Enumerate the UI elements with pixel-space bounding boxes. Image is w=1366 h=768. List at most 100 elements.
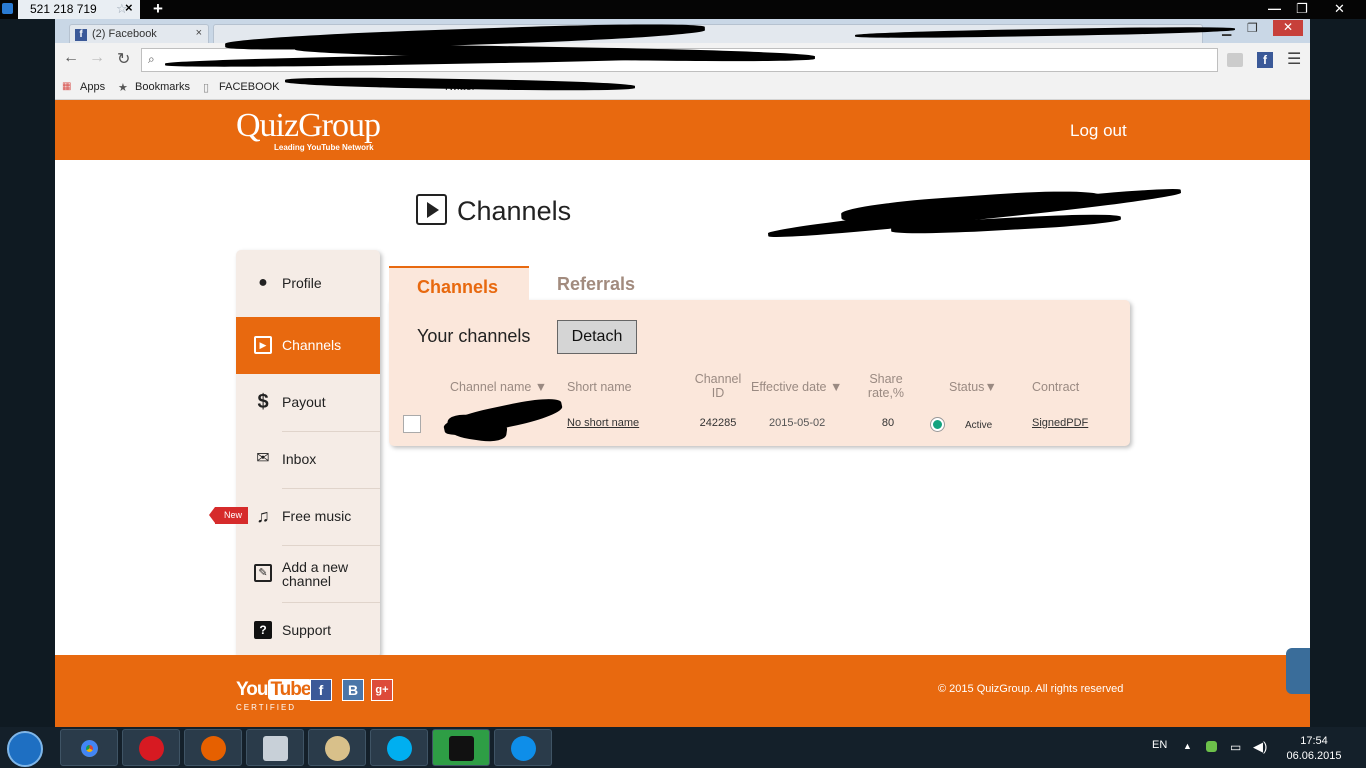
taskbar-video[interactable] [432,729,490,766]
bookmark-apps[interactable]: Apps [80,81,105,93]
volume-icon[interactable]: ◀) [1253,739,1267,755]
taskbar-skype[interactable] [370,729,428,766]
share-rate: 80 [881,417,895,429]
opera-icon [139,736,164,761]
start-button[interactable] [7,731,43,767]
column-header-status[interactable]: Status▼ [949,380,997,394]
column-label: Channel name [450,380,532,394]
logout-link[interactable]: Log out [1070,121,1127,141]
column-header-contract: Contract [1032,380,1080,394]
user-icon: ● [258,274,268,291]
youtube-you: You [236,679,269,700]
bookmark-bookmarks[interactable]: Bookmarks [135,81,190,93]
film-icon [449,736,474,761]
tab-label: (2) Facebook [92,28,157,40]
your-channels-heading: Your channels [417,326,531,346]
tray-expand-icon[interactable]: ▲ [1183,741,1192,751]
edit-icon: ✎ [254,564,272,582]
language-indicator[interactable]: EN [1152,739,1167,751]
column-header-channel-id: Channel ID [689,372,747,400]
short-name-link[interactable]: No short name [567,417,639,429]
sidebar-item-profile[interactable]: ● Profile [236,255,380,312]
facebook-extension-icon[interactable]: f [1257,52,1273,68]
taskbar-opera[interactable] [122,729,180,766]
column-header-effective-date[interactable]: Effective date ▼ [751,380,842,394]
close-window-icon[interactable]: ✕ [1334,1,1345,17]
column-label: Share [869,372,903,386]
tab-referrals[interactable]: Referrals [557,274,635,295]
column-label: ID [711,386,725,400]
clock[interactable]: 17:54 06.06.2015 [1286,734,1342,764]
site-header: QuizGroup Leading YouTube Network Log ou… [55,100,1310,160]
taskbar-firefox[interactable] [184,729,242,766]
menu-icon[interactable]: ☰ [1287,49,1301,69]
back-icon[interactable]: ← [63,49,79,67]
web-page: QuizGroup Leading YouTube Network Log ou… [55,100,1310,727]
star-bookmark-icon: ★ [118,82,128,94]
google-plus-icon[interactable]: g+ [371,679,393,701]
forward-icon[interactable]: → [89,49,105,67]
browser-close-icon[interactable]: ✕ [1273,20,1303,36]
effective-date: 2015-05-02 [769,417,826,429]
close-tab-icon[interactable]: × [196,27,202,39]
sidebar-item-support[interactable]: ? Support [236,602,380,659]
bookmarks-bar: ▦ Apps ★ Bookmarks ▯ FACEBOOK Twitter Fr… [55,77,1310,100]
sidebar-item-payout[interactable]: $ Payout [236,374,380,431]
sort-down-icon: ▼ [534,380,548,394]
sidebar-item-free-music[interactable]: ♫ Free music [236,488,380,545]
play-icon: ▶ [254,336,272,354]
sidebar-item-label: Free music [282,508,352,524]
row-checkbox[interactable] [403,415,421,433]
status-text: Active [965,420,993,431]
browser-restore-icon[interactable]: ❐ [1247,21,1258,35]
session-id: 521 218 719 [30,2,97,16]
contract-link[interactable]: SignedPDF [1032,417,1088,429]
calculator-icon [263,736,288,761]
channel-id: 242285 [699,417,737,429]
bookmark-facebook[interactable]: FACEBOOK [219,81,280,93]
question-icon: ? [254,621,272,639]
page-icon: ▯ [203,82,210,94]
reload-icon[interactable]: ↻ [117,49,130,69]
vk-icon[interactable]: B [342,679,364,701]
restore-icon[interactable]: ❐ [1296,1,1308,17]
teamviewer-icon [511,736,536,761]
sidebar-item-inbox[interactable]: ✉ Inbox [236,431,380,488]
dollar-icon: $ [257,391,269,413]
youtube-certified: CERTIFIED [236,703,297,712]
taskbar-calculator[interactable] [246,729,304,766]
status-indicator [931,418,944,431]
taskbar-paint[interactable] [308,729,366,766]
close-icon[interactable]: × [125,0,133,15]
column-header-short-name: Short name [567,380,632,394]
teamviewer-session-tab[interactable]: 521 218 719 ☆ × [18,0,140,19]
firefox-icon [201,736,226,761]
detach-button[interactable]: Detach [557,320,637,354]
sidebar-item-add-channel[interactable]: ✎ Add a new channel [236,545,380,602]
teamviewer-icon [2,3,13,14]
add-session-icon[interactable]: + [153,0,163,19]
column-header-share-rate: Share rate,% [861,372,911,400]
taskbar-teamviewer[interactable] [494,729,552,766]
teamviewer-side-panel-icon[interactable] [1286,648,1310,694]
page-title: Channels [457,196,572,226]
security-tray-icon[interactable] [1206,741,1217,752]
extension-icon[interactable] [1227,53,1243,67]
network-icon[interactable]: ▭ [1230,740,1241,754]
minimize-icon[interactable]: — [1268,1,1281,16]
browser-window: f (2) Facebook × ▁ ❐ ✕ ← → ↻ ⌕ f ☰ ▦ App… [55,19,1310,727]
sidebar-item-label: Profile [282,275,322,291]
browser-tab-facebook[interactable]: f (2) Facebook × [69,24,209,43]
column-label: Status [949,380,985,394]
facebook-icon[interactable]: f [310,679,332,701]
tab-channels[interactable]: Channels [389,266,529,303]
sidebar-item-channels[interactable]: ▶ Channels [236,317,380,374]
column-label: Channel [694,372,742,386]
column-label: rate,% [867,386,905,400]
quizgroup-logo[interactable]: QuizGroup [236,107,381,145]
teamviewer-bar [0,0,1366,19]
taskbar-chrome[interactable] [60,729,118,766]
sidebar-item-label-line2: channel [282,573,332,589]
channels-panel: Your channels Detach Channel name ▼ Shor… [389,300,1130,446]
column-header-channel-name[interactable]: Channel name ▼ [450,380,547,394]
